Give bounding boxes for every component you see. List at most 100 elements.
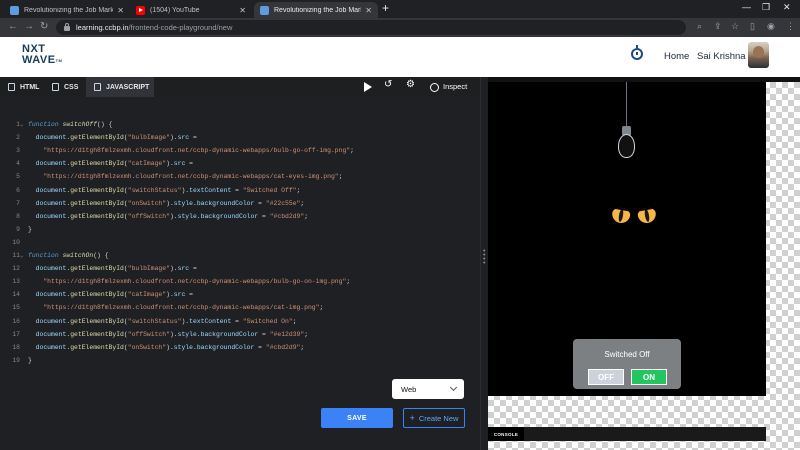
switch-card: Switched Off OFF ON xyxy=(573,339,681,389)
code-token: src xyxy=(173,291,186,299)
lock-icon xyxy=(64,23,70,31)
code-token: getElementById xyxy=(70,330,124,338)
forward-icon[interactable]: → xyxy=(24,21,34,32)
fold-chevron-icon[interactable]: ⌄ xyxy=(20,118,24,131)
language-select[interactable]: Web xyxy=(392,379,464,399)
code-line[interactable]: 8 document.getElementById("offSwitch").s… xyxy=(0,210,480,223)
save-button[interactable]: SAVE xyxy=(321,408,393,428)
drag-handle-icon[interactable]: • • • • xyxy=(483,248,485,267)
browser-tab-2[interactable]: (1504) YouTube ✕ xyxy=(130,2,252,18)
youtube-favicon-icon xyxy=(136,5,145,15)
code-line[interactable]: 5 "https://d1tgh8fmlzexmh.cloudfront.net… xyxy=(0,170,480,183)
code-text: document.getElementById("offSwitch").sty… xyxy=(28,210,308,223)
tab-css[interactable]: CSS xyxy=(44,77,86,97)
console-tab[interactable]: CONSOLE xyxy=(488,427,524,441)
chevron-down-icon xyxy=(449,383,458,392)
code-token: function xyxy=(28,252,63,259)
sidebar-icon[interactable]: ▯ xyxy=(750,21,755,32)
line-number: 2 xyxy=(16,134,20,142)
code-line[interactable]: 14 document.getElementById("catImage").s… xyxy=(0,288,480,301)
close-icon[interactable]: ✕ xyxy=(117,6,124,15)
reset-icon[interactable]: ↺ xyxy=(384,79,392,90)
browser-tab-1[interactable]: Revolutionizing the Job Market | ✕ xyxy=(4,2,130,18)
browser-tab-3[interactable]: Revolutionizing the Job Market | ✕ xyxy=(254,2,378,18)
code-text: function switchOff() { xyxy=(28,118,112,131)
tab-html[interactable]: HTML xyxy=(0,77,44,97)
zoom-icon[interactable]: ⌕ xyxy=(697,21,702,32)
code-text: document.getElementById("catImage").src … xyxy=(28,288,193,301)
code-line[interactable]: 10 xyxy=(0,236,480,249)
code-token: = xyxy=(231,186,243,194)
menu-kebab-icon[interactable]: ⋮ xyxy=(786,21,795,32)
code-line[interactable]: 2 document.getElementById("bulbImage").s… xyxy=(0,131,480,144)
inspect-circle-icon xyxy=(430,82,439,92)
code-token: "#22c55e" xyxy=(265,199,301,207)
fold-chevron-icon[interactable]: ⌄ xyxy=(20,249,24,262)
reload-icon[interactable]: ↻ xyxy=(40,21,48,32)
code-token: () { xyxy=(97,121,113,128)
code-token: ; xyxy=(304,212,309,220)
inspect-toggle[interactable]: Inspect xyxy=(430,82,467,92)
code-line[interactable]: 1 ⌄ function switchOff() { xyxy=(0,118,480,131)
home-link[interactable]: Home xyxy=(664,51,689,62)
code-token: getElementById xyxy=(70,186,124,194)
nxtwave-logo[interactable]: NXT WAVETM xyxy=(22,44,62,66)
code-text: document.getElementById("onSwitch").styl… xyxy=(28,197,305,210)
url-path: /frontend-code-playground/new xyxy=(128,23,233,32)
off-switch-button[interactable]: OFF xyxy=(588,369,624,385)
gear-icon[interactable]: ⚙ xyxy=(406,79,415,90)
close-window-icon[interactable]: ✕ xyxy=(783,2,791,13)
code-line[interactable]: 13 "https://d1tgh8fmlzexmh.cloudfront.ne… xyxy=(0,275,480,288)
code-line[interactable]: 9} xyxy=(0,223,480,236)
avatar[interactable] xyxy=(748,42,769,68)
tab-javascript[interactable]: JAVASCRIPT xyxy=(86,77,154,97)
on-switch-button[interactable]: ON xyxy=(631,369,667,385)
line-number: 5 xyxy=(16,173,20,181)
code-token: textContent xyxy=(189,186,232,194)
code-token: ; xyxy=(304,330,309,338)
back-icon[interactable]: ← xyxy=(8,21,18,32)
stopwatch-icon[interactable] xyxy=(631,45,643,60)
create-new-button[interactable]: + Create New xyxy=(403,408,465,428)
minimize-icon[interactable]: — xyxy=(742,2,751,12)
code-line[interactable]: 11 ⌄ function switchOn() { xyxy=(0,249,480,262)
code-token: ; xyxy=(350,147,354,155)
code-line[interactable]: 12 document.getElementById("bulbImage").… xyxy=(0,262,480,275)
close-icon[interactable]: ✕ xyxy=(365,6,372,15)
code-line[interactable]: 17 document.getElementById("offSwitch").… xyxy=(0,328,480,341)
code-line[interactable]: 15 "https://d1tgh8fmlzexmh.cloudfront.ne… xyxy=(0,301,480,314)
code-token: "switchStatus" xyxy=(127,186,182,194)
browser-tab-title: Revolutionizing the Job Market | xyxy=(24,6,114,14)
console-bar: CONSOLE xyxy=(488,427,766,441)
code-text: document.getElementById("switchStatus").… xyxy=(28,315,297,328)
bookmark-star-icon[interactable]: ☆ xyxy=(731,21,739,32)
restore-icon[interactable]: ❐ xyxy=(762,2,770,13)
code-line[interactable]: 18 document.getElementById("onSwitch").s… xyxy=(0,341,480,354)
run-play-icon[interactable] xyxy=(364,82,372,92)
new-tab-button[interactable]: + xyxy=(382,1,389,15)
code-line[interactable]: 6 document.getElementById("switchStatus"… xyxy=(0,184,480,197)
code-line[interactable]: 7 document.getElementById("onSwitch").st… xyxy=(0,197,480,210)
code-line[interactable]: 19} xyxy=(0,354,480,367)
code-token: ). xyxy=(169,330,178,338)
close-icon[interactable]: ✕ xyxy=(239,6,246,15)
user-name[interactable]: Sai Krishna xyxy=(697,51,746,62)
code-line[interactable]: 3 "https://d1tgh8fmlzexmh.cloudfront.net… xyxy=(0,144,480,157)
share-icon[interactable]: ⇪ xyxy=(714,21,722,32)
code-token: getElementById xyxy=(70,343,124,351)
code-line[interactable]: 4 document.getElementById("catImage").sr… xyxy=(0,157,480,170)
code-text: "https://d1tgh8fmlzexmh.cloudfront.net/c… xyxy=(28,144,354,157)
inspect-label: Inspect xyxy=(443,82,468,91)
code-token: document xyxy=(35,199,67,207)
code-line[interactable]: 16 document.getElementById("switchStatus… xyxy=(0,315,480,328)
profile-icon[interactable]: ◉ xyxy=(767,21,775,32)
url-host: learning.ccbp.in xyxy=(76,23,129,32)
html-file-icon xyxy=(8,83,15,91)
address-bar[interactable]: learning.ccbp.in/frontend-code-playgroun… xyxy=(56,20,686,35)
code-token: "Switched Off" xyxy=(242,186,297,194)
